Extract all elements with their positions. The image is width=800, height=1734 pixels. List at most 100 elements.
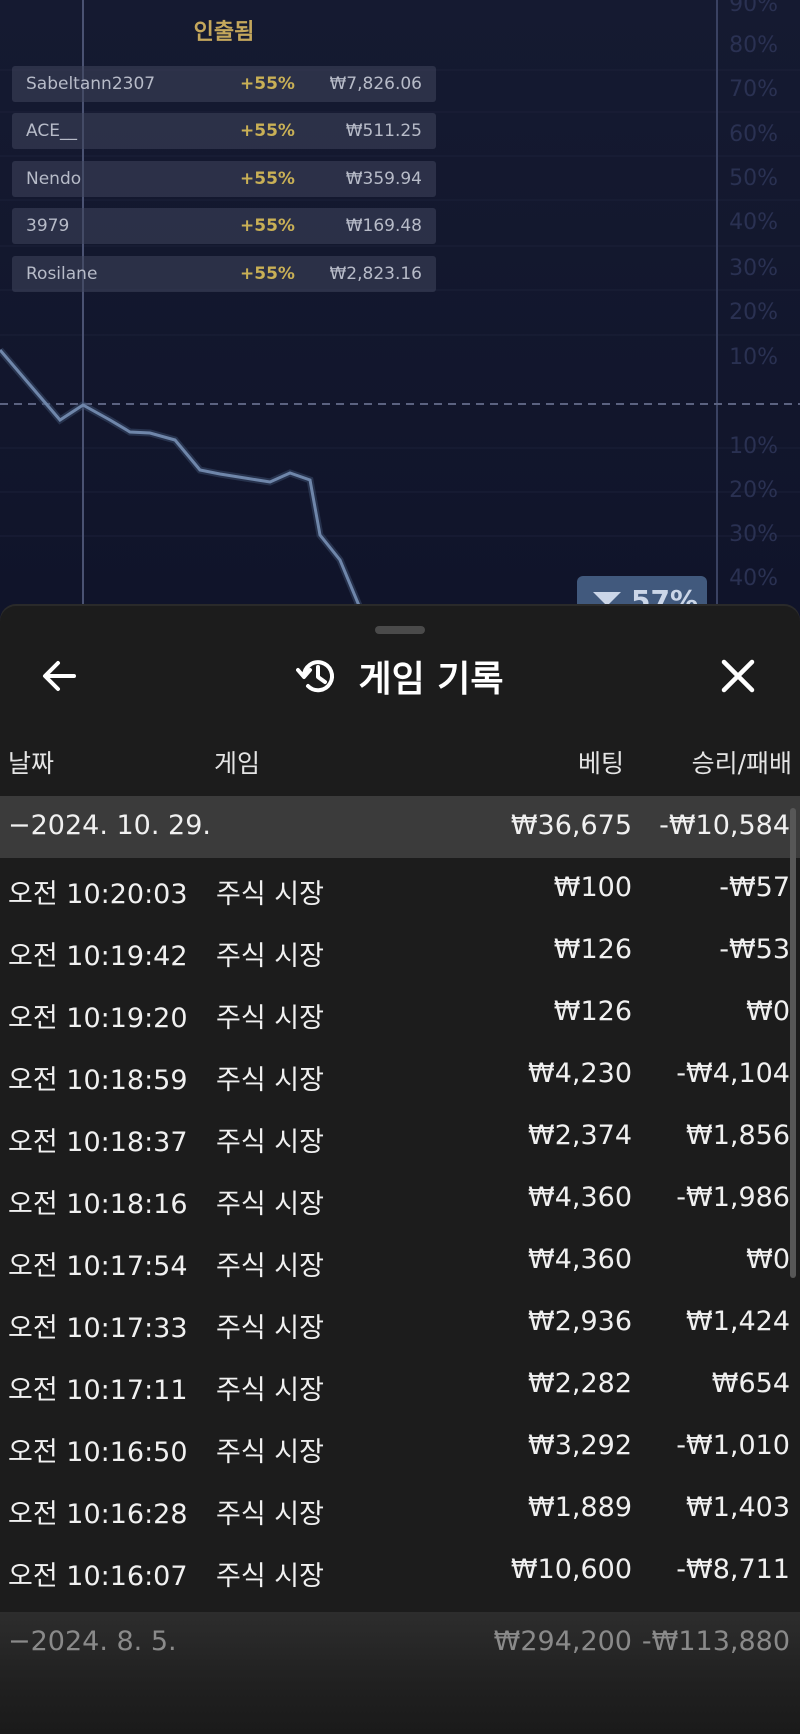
row-result: ₩1,403 [686,1492,790,1523]
row-result: -₩1,010 [676,1430,790,1461]
table-row: 오전 10:18:37 주식 시장 ₩2,374 ₩1,856 [0,1106,800,1168]
cashout-player: Nendo [26,169,82,189]
row-game: 주식 시장 [216,1003,324,1034]
row-bet: ₩126 [553,934,632,965]
cashout-amount: ₩359.94 [345,169,422,189]
row-result: -₩1,986 [676,1182,790,1213]
row-game: 주식 시장 [216,941,324,972]
row-result: -₩8,711 [676,1554,790,1585]
row-bet: ₩2,936 [528,1306,632,1337]
row-bet: ₩126 [553,996,632,1027]
table-row: 오전 10:18:16 주식 시장 ₩4,360 -₩1,986 [0,1168,800,1230]
axis-label: 40% [729,210,778,235]
row-result: ₩0 [746,996,790,1027]
sheet-title: 게임 기록 [358,659,504,700]
close-button[interactable] [714,652,762,700]
cashout-amount: ₩511.25 [345,121,422,141]
scrollbar[interactable] [790,808,796,1278]
row-result: ₩0 [746,1244,790,1275]
row-bet: ₩1,889 [528,1492,632,1523]
cashout-percent: +55% [240,216,295,236]
row-result: -₩57 [719,872,790,903]
row-game: 주식 시장 [216,1375,324,1406]
axis-label: 80% [729,33,778,58]
group-bet-total: ₩294,200 [493,1626,632,1657]
sheet-header: 게임 기록 [0,650,800,702]
row-bet: ₩100 [553,872,632,903]
cashout-amount: ₩169.48 [345,216,422,236]
table-row: 오전 10:17:54 주식 시장 ₩4,360 ₩0 [0,1230,800,1292]
row-game: 주식 시장 [216,1065,324,1096]
row-time: 오전 10:18:59 [8,1065,188,1096]
row-result: ₩654 [711,1368,790,1399]
axis-label: 40% [729,566,778,591]
row-time: 오전 10:20:03 [8,879,188,910]
row-game: 주식 시장 [216,1437,324,1468]
drag-handle[interactable] [375,626,425,634]
group-date: −2024. 8. 5. [8,1626,177,1657]
row-bet: ₩4,360 [528,1244,632,1275]
row-time: 오전 10:16:28 [8,1499,188,1530]
column-header-bet: 베팅 [577,749,624,778]
table-row: 오전 10:16:07 주식 시장 ₩10,600 -₩8,711 [0,1540,800,1602]
row-time: 오전 10:19:42 [8,941,188,972]
row-bet: ₩2,374 [528,1120,632,1151]
column-header-game: 게임 [214,749,261,778]
row-time: 오전 10:16:07 [8,1561,188,1592]
cashout-amount: ₩7,826.06 [329,74,422,94]
row-time: 오전 10:17:54 [8,1251,188,1282]
row-time: 오전 10:18:16 [8,1189,188,1220]
date-group-header[interactable]: −2024. 8. 5. ₩294,200 -₩113,880 [0,1612,800,1734]
row-result: -₩4,104 [676,1058,790,1089]
game-background: 90% 80% 70% 60% 50% 40% 30% 20% 10% 10% … [0,0,800,620]
price-line [0,349,362,609]
app-root: 90% 80% 70% 60% 50% 40% 30% 20% 10% 10% … [0,0,800,1734]
table-row: 오전 10:16:28 주식 시장 ₩1,889 ₩1,403 [0,1478,800,1540]
row-time: 오전 10:17:33 [8,1313,188,1344]
row-game: 주식 시장 [216,1313,324,1344]
axis-label: 20% [729,300,778,325]
cashout-percent: +55% [240,74,295,94]
axis-label: 20% [729,478,778,503]
cashout-percent: +55% [240,169,295,189]
down-triangle-icon [593,592,621,606]
group-result-total: -₩10,584 [659,810,790,841]
axis-label: 70% [729,77,778,102]
row-game: 주식 시장 [216,1251,324,1282]
cashout-percent: +55% [240,264,295,284]
cashout-amount: ₩2,823.16 [329,264,422,284]
cashout-player: Sabeltann2307 [26,74,156,94]
row-bet: ₩10,600 [510,1554,632,1585]
close-icon [721,659,755,693]
cashout-percent: +55% [240,121,295,141]
row-time: 오전 10:17:11 [8,1375,188,1406]
row-game: 주식 시장 [216,1499,324,1530]
axis-label: 90% [729,0,778,17]
cashout-player: ACE__ [26,121,77,141]
row-bet: ₩4,230 [528,1058,632,1089]
cashout-row: Nendo +55% ₩359.94 [12,161,436,197]
axis-label: 10% [729,345,778,370]
row-time: 오전 10:19:20 [8,1003,188,1034]
table-row: 오전 10:19:42 주식 시장 ₩126 -₩53 [0,920,800,982]
cashout-row: 3979 +55% ₩169.48 [12,208,436,244]
cashout-row: ACE__ +55% ₩511.25 [12,113,436,149]
row-bet: ₩3,292 [528,1430,632,1461]
axis-label: 10% [729,434,778,459]
table-row: 오전 10:19:20 주식 시장 ₩126 ₩0 [0,982,800,1044]
row-bet: ₩4,360 [528,1182,632,1213]
table-row: 오전 10:17:33 주식 시장 ₩2,936 ₩1,424 [0,1292,800,1354]
row-game: 주식 시장 [216,1561,324,1592]
history-icon [296,660,335,693]
row-game: 주식 시장 [216,879,324,910]
cashout-player: Rosilane [26,264,98,284]
column-header-date: 날짜 [8,749,55,778]
axis-label: 30% [729,256,778,281]
date-group-header[interactable]: −2024. 10. 29. ₩36,675 -₩10,584 [0,796,800,858]
axis-label: 50% [729,166,778,191]
table-row: 오전 10:16:50 주식 시장 ₩3,292 -₩1,010 [0,1416,800,1478]
row-game: 주식 시장 [216,1189,324,1220]
table-row: 오전 10:17:11 주식 시장 ₩2,282 ₩654 [0,1354,800,1416]
group-date: −2024. 10. 29. [8,810,211,841]
row-result: -₩53 [719,934,790,965]
